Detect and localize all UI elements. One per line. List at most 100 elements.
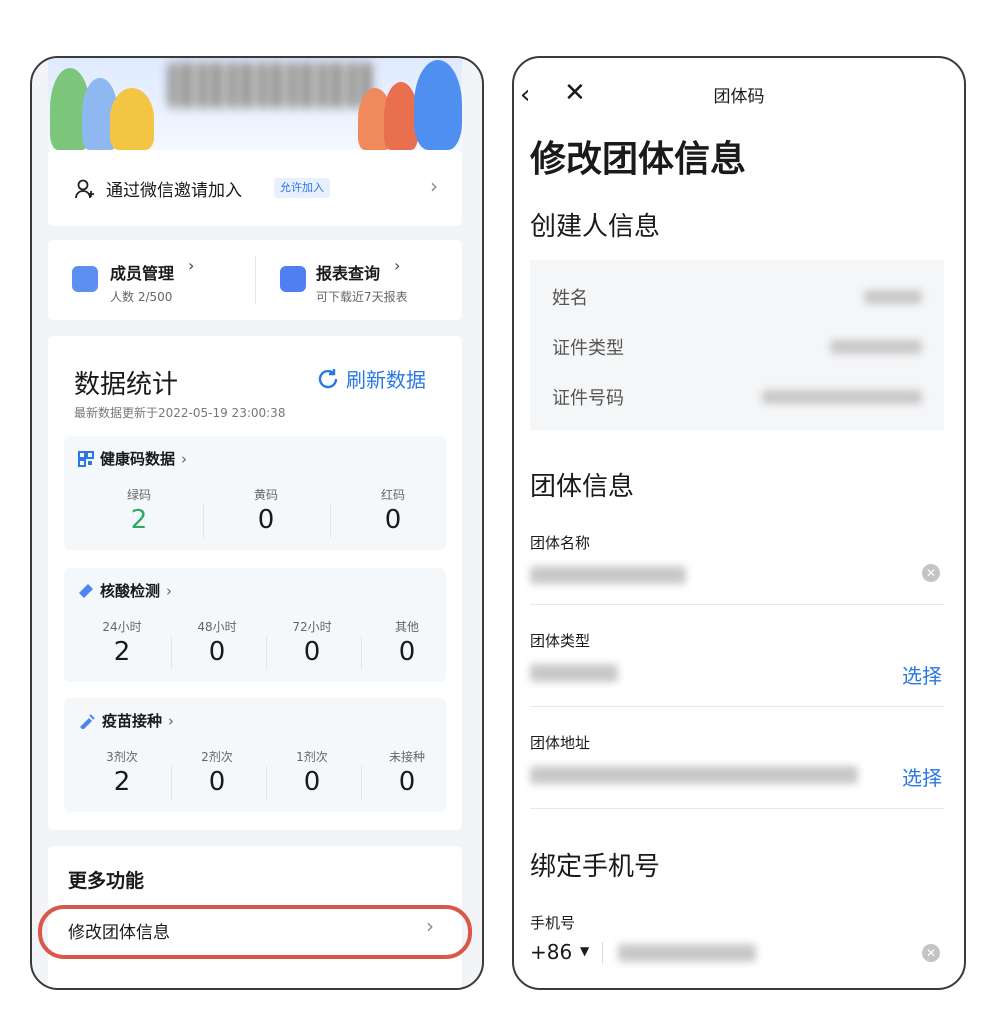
divider — [266, 766, 267, 800]
divider — [361, 636, 362, 670]
stats-title: 数据统计 — [74, 370, 179, 400]
nat-72h-label: 72小时 — [292, 620, 332, 634]
syringe-icon — [80, 713, 95, 729]
divider — [266, 636, 267, 670]
health-code-title: 健康码数据 — [100, 450, 176, 468]
blurred-name-value — [864, 290, 922, 304]
chevron-right-icon: › — [188, 256, 195, 275]
creator-info-title: 创建人信息 — [530, 212, 661, 242]
vaccine-none-label: 未接种 — [388, 750, 425, 764]
group-name-label: 团体名称 — [530, 534, 591, 552]
data-statistics-card: 数据统计 刷新数据 最新数据更新于2022-05-19 23:00:38 健康码… — [48, 336, 462, 830]
yellow-code-count: 0 — [257, 505, 275, 535]
management-card: 成员管理 › 人数 2/500 报表查询 › 可下载近7天报表 — [48, 240, 462, 320]
refresh-data-button[interactable]: 刷新数据 — [316, 364, 426, 393]
name-label: 姓名 — [552, 288, 588, 309]
nat-72h-stat: 72小时 0 — [272, 618, 352, 667]
nat-48h-label: 48小时 — [197, 620, 237, 634]
creator-info-box: 姓名 证件类型 证件号码 — [530, 260, 944, 430]
vaccine-none-count: 0 — [398, 767, 416, 797]
id-type-label: 证件类型 — [552, 338, 624, 359]
nat-other-count: 0 — [398, 637, 416, 667]
group-address-value — [530, 766, 858, 784]
phone-label: 手机号 — [530, 914, 576, 932]
vaccine-2dose-label: 2剂次 — [201, 750, 233, 764]
divider — [203, 504, 204, 538]
yellow-code-label: 黄码 — [253, 488, 278, 502]
chevron-right-icon: › — [166, 581, 173, 600]
clear-icon[interactable]: ✕ — [922, 944, 940, 962]
more-functions-title: 更多功能 — [68, 870, 145, 892]
divider — [255, 256, 256, 304]
red-code-label: 红码 — [380, 488, 405, 502]
nucleic-test-title: 核酸检测 — [100, 582, 161, 600]
yellow-code-stat: 黄码 0 — [221, 486, 311, 535]
vaccine-1dose-stat: 1剂次 0 — [272, 748, 352, 797]
select-group-address-button[interactable]: 选择 — [902, 762, 942, 791]
green-code-label: 绿码 — [126, 488, 151, 502]
member-count: 人数 2/500 — [110, 290, 173, 304]
vaccine-2dose-stat: 2剂次 0 — [177, 748, 257, 797]
health-code-panel: 健康码数据 › 绿码 2 黄码 0 红码 0 — [64, 436, 446, 550]
blurred-id-number-value — [762, 390, 922, 404]
refresh-icon — [318, 368, 338, 388]
allow-join-badge: 允许加入 — [274, 178, 330, 198]
invite-row[interactable]: 通过微信邀请加入 允许加入 › — [48, 150, 462, 226]
phone-number-input[interactable] — [618, 944, 756, 962]
select-group-type-button[interactable]: 选择 — [902, 660, 942, 689]
nat-other-label: 其他 — [394, 620, 419, 634]
nucleic-test-header[interactable]: 核酸检测 › — [78, 580, 172, 601]
nat-24h-stat: 24小时 2 — [82, 618, 162, 667]
right-phone-screen: ‹ ✕ 团体码 修改团体信息 创建人信息 姓名 证件类型 证件号码 团体信息 团… — [512, 56, 966, 990]
divider — [530, 604, 944, 605]
vaccination-title: 疫苗接种 — [102, 712, 163, 730]
group-type-value — [530, 664, 618, 682]
vaccine-1dose-label: 1剂次 — [296, 750, 328, 764]
divider — [530, 808, 944, 809]
highlight-annotation — [38, 905, 472, 959]
member-management-title: 成员管理 — [110, 264, 175, 283]
green-code-count: 2 — [130, 505, 148, 535]
bind-phone-title: 绑定手机号 — [530, 852, 661, 882]
blurred-id-type-value — [830, 340, 922, 354]
group-type-label: 团体类型 — [530, 632, 591, 650]
vaccine-none-stat: 未接种 0 — [367, 748, 447, 797]
add-person-icon — [75, 179, 94, 199]
refresh-label: 刷新数据 — [346, 368, 426, 392]
chevron-right-icon: › — [168, 711, 175, 730]
clear-icon[interactable]: ✕ — [922, 564, 940, 582]
nav-title: 团体码 — [713, 87, 765, 107]
group-info-title: 团体信息 — [530, 472, 635, 502]
health-code-header[interactable]: 健康码数据 › — [78, 448, 187, 469]
red-code-stat: 红码 0 — [348, 486, 438, 535]
vaccine-2dose-count: 0 — [208, 767, 226, 797]
member-icon — [72, 266, 98, 292]
chevron-right-icon: › — [181, 449, 188, 468]
green-code-stat: 绿码 2 — [94, 486, 184, 535]
divider — [602, 942, 603, 964]
invite-label: 通过微信邀请加入 — [106, 181, 242, 201]
page-title: 修改团体信息 — [530, 139, 747, 180]
report-subtitle: 可下载近7天报表 — [316, 290, 408, 304]
nat-24h-label: 24小时 — [102, 620, 142, 634]
divider — [171, 766, 172, 800]
caret-down-icon: ▼ — [580, 944, 590, 958]
nat-48h-stat: 48小时 0 — [177, 618, 257, 667]
divider — [530, 706, 944, 707]
vaccination-header[interactable]: 疫苗接种 › — [78, 710, 174, 731]
vaccine-3dose-label: 3剂次 — [106, 750, 138, 764]
group-name-input[interactable] — [530, 566, 686, 584]
chevron-right-icon: › — [394, 256, 401, 275]
vaccine-3dose-stat: 3剂次 2 — [82, 748, 162, 797]
banner-illustration-person — [110, 88, 154, 150]
divider — [330, 504, 331, 538]
last-updated-text: 最新数据更新于2022-05-19 23:00:38 — [74, 406, 286, 420]
report-query-title: 报表查询 — [316, 264, 381, 283]
mascot-robot-icon — [414, 60, 462, 150]
divider — [171, 636, 172, 670]
banner-illustration-person — [384, 82, 418, 150]
vaccination-panel: 疫苗接种 › 3剂次 2 2剂次 0 1剂次 0 未接种 0 — [64, 698, 446, 812]
country-code: +86 — [530, 940, 573, 964]
nat-48h-count: 0 — [208, 637, 226, 667]
group-address-label: 团体地址 — [530, 734, 591, 752]
